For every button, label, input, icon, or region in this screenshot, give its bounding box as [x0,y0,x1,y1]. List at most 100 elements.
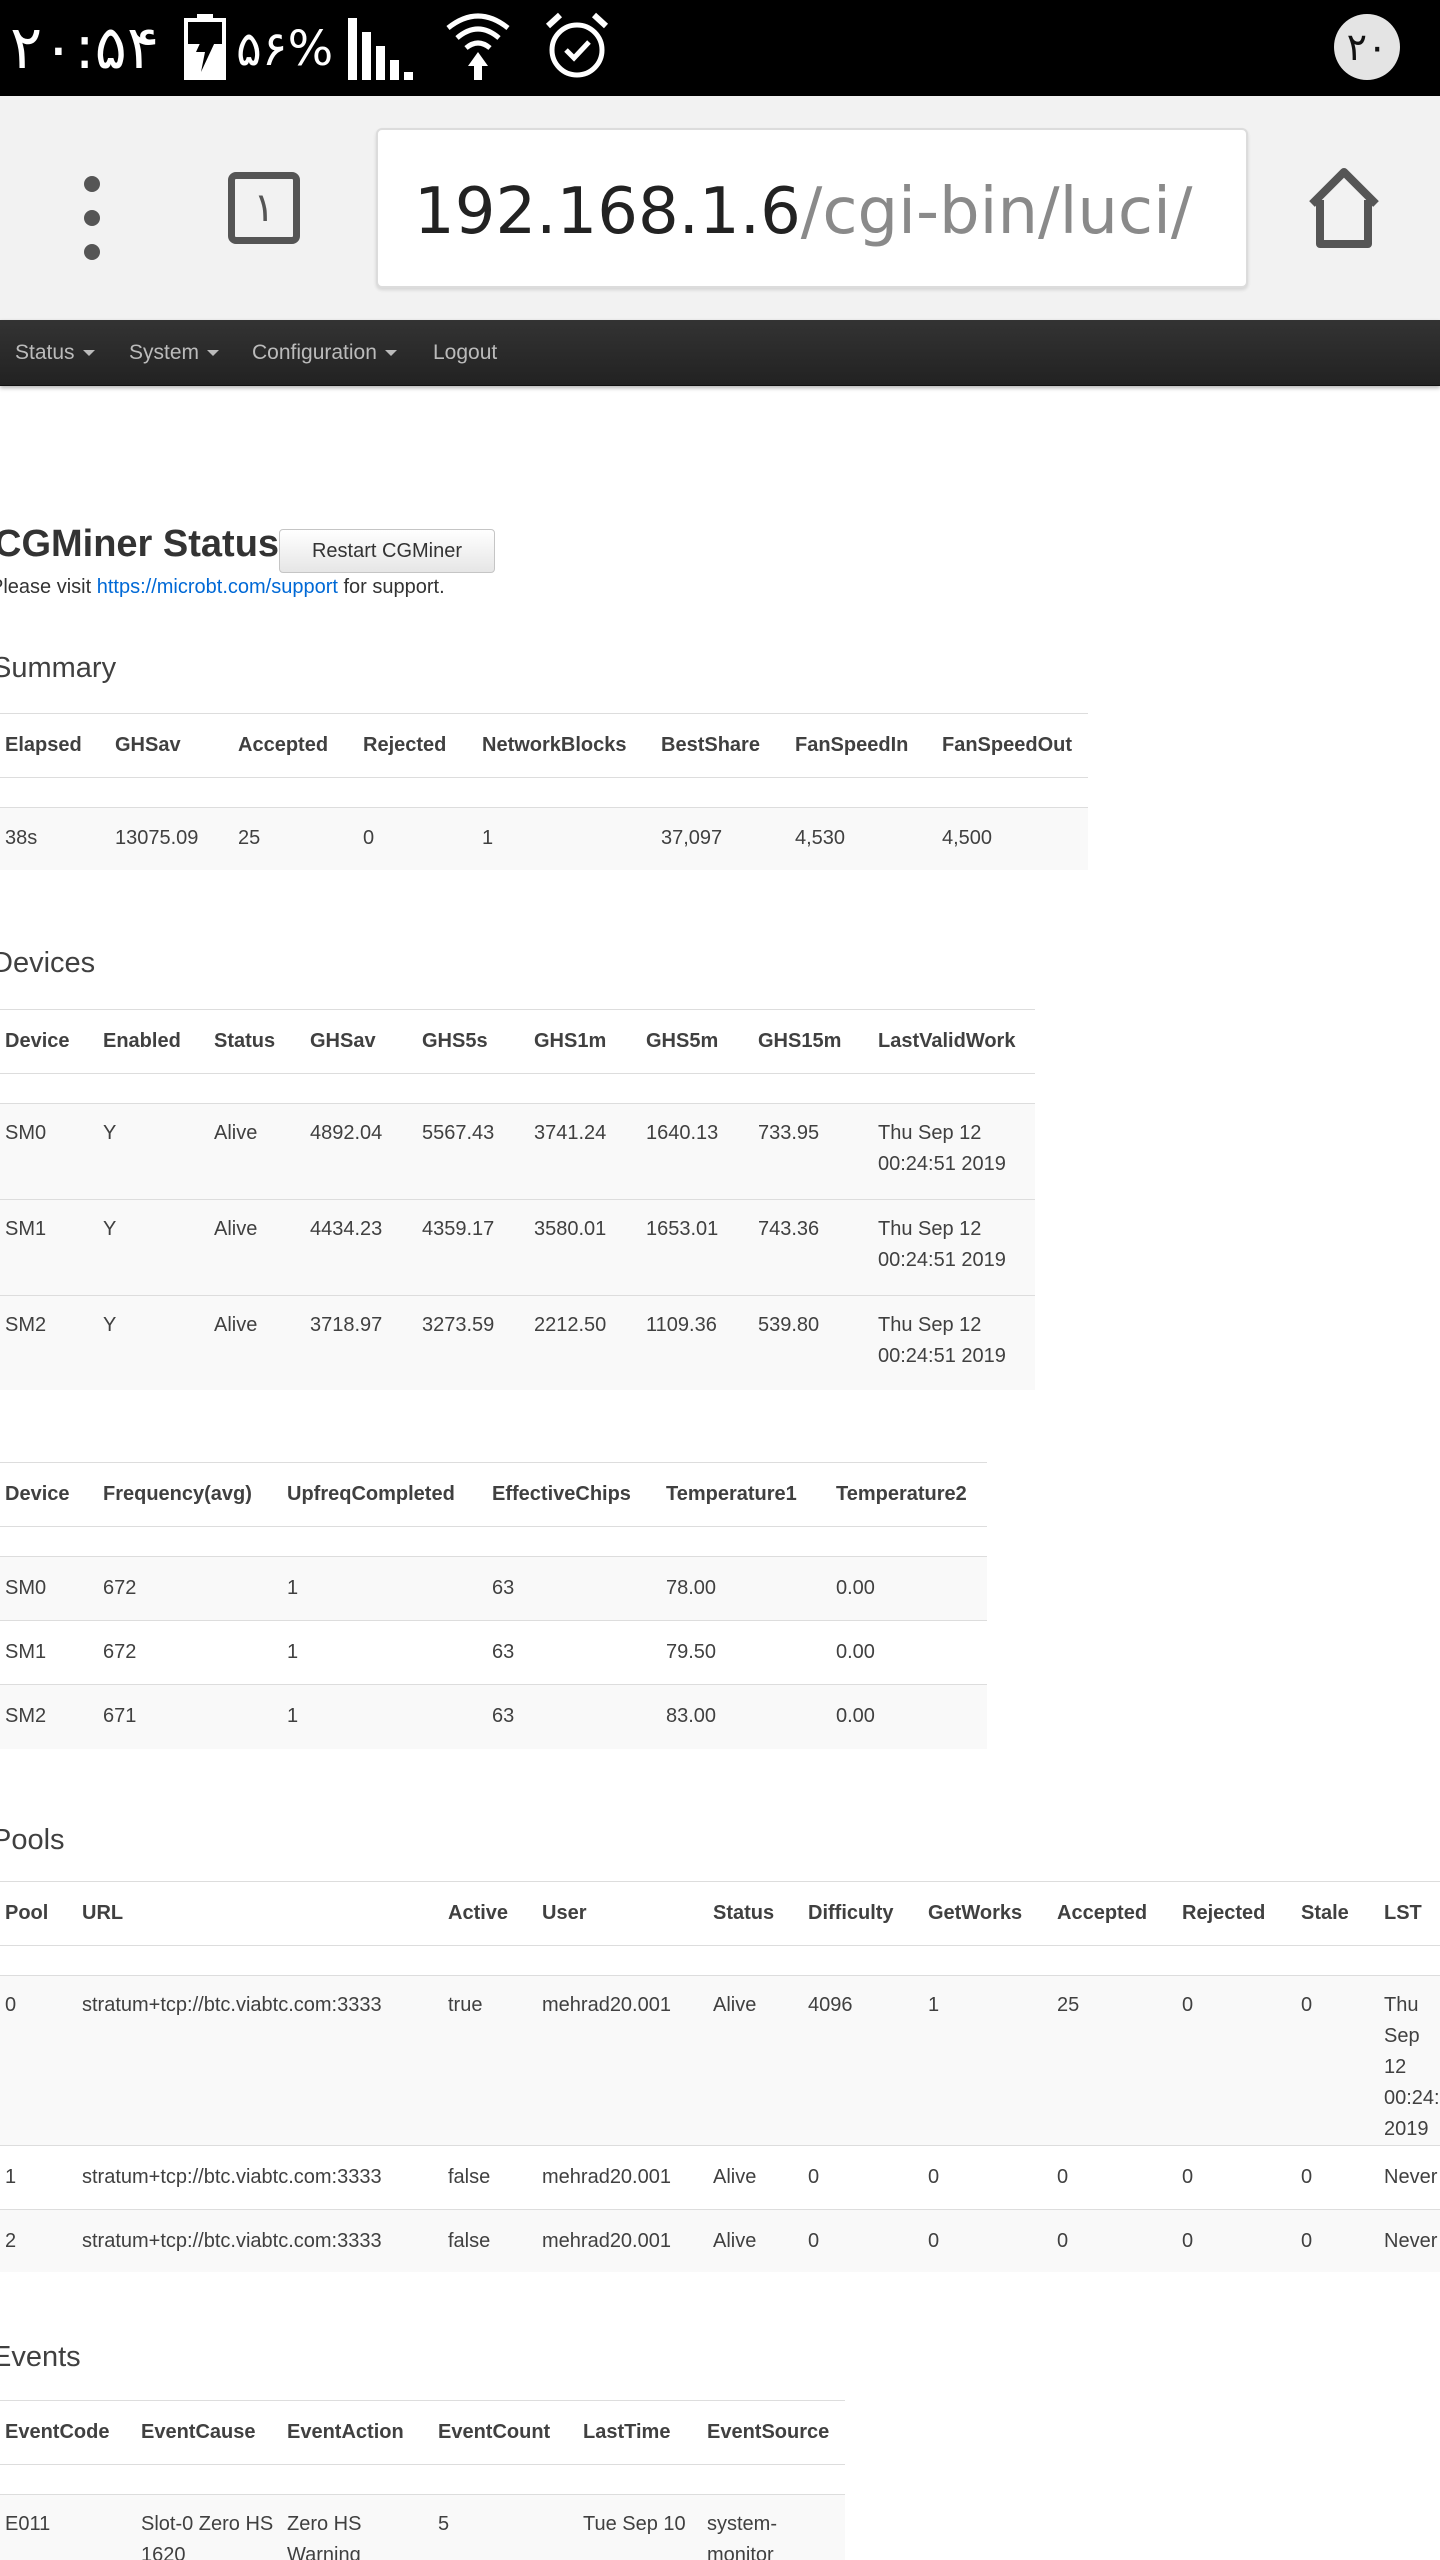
table-cell: 1640.13 [641,1103,753,1200]
table-cell: 25 [1052,1975,1177,2146]
table-cell: 0 [1177,1975,1296,2146]
table-cell: 0.00 [831,1684,987,1749]
main-nav: Status System Configuration Logout [0,320,1440,386]
nav-configuration[interactable]: Configuration [252,320,397,386]
column-header: BestShare [656,713,790,778]
table-cell: 0 [1052,2209,1177,2272]
column-header: LastValidWork [873,1009,1035,1074]
table-cell: true [443,1975,537,2146]
pools-table: Pool URL Active User Status Difficulty G… [0,1881,1440,2272]
column-header: GHS5s [417,1009,529,1074]
table-cell: 63 [487,1620,661,1685]
support-link[interactable]: https://microbt.com/support [97,576,338,598]
column-header: Rejected [1177,1881,1296,1946]
home-icon[interactable] [1306,166,1382,250]
column-header: Status [708,1881,803,1946]
table-header-row: Elapsed GHSav Accepted Rejected NetworkB… [0,713,1088,778]
table-row: 0 stratum+tcp://btc.viabtc.com:3333 true… [0,1975,1440,2146]
table-cell: 3718.97 [305,1295,417,1390]
device-details-table: Device Frequency(avg) UpfreqCompleted Ef… [0,1462,987,1749]
table-cell: 1653.01 [641,1199,753,1296]
table-cell: 733.95 [753,1103,873,1200]
table-cell: 4892.04 [305,1103,417,1200]
column-header: Device [0,1462,98,1527]
table-cell: Slot-0 Zero HS 1620 [136,2494,282,2560]
column-header: EventCause [136,2400,282,2465]
column-header: EventSource [702,2400,845,2465]
nav-logout[interactable]: Logout [433,320,497,386]
url-path: /cgi-bin/luci/ [800,175,1193,249]
cell-signal-icon [348,18,413,80]
notification-badge[interactable]: ۲۰ [1334,14,1400,80]
table-cell: stratum+tcp://btc.viabtc.com:3333 [77,2209,443,2272]
table-cell: 0 [0,1975,77,2146]
table-cell: 4096 [803,1975,923,2146]
table-cell: mehrad20.001 [537,2209,708,2272]
table-row: 1 stratum+tcp://btc.viabtc.com:3333 fals… [0,2145,1440,2210]
nav-status-label: Status [15,341,75,364]
table-cell: Alive [708,2209,803,2272]
column-header: GHS5m [641,1009,753,1074]
table-cell: false [443,2145,537,2210]
table-cell: Thu Sep 12 00:24:51 2019 [1379,1975,1440,2146]
alarm-icon [545,12,609,78]
clock: ۲۰:۵۴ [10,13,160,83]
nav-system[interactable]: System [129,320,220,386]
restart-cgminer-button[interactable]: Restart CGMiner [279,529,495,573]
tab-switcher-button[interactable]: ۱ [228,172,300,244]
table-cell: 3741.24 [529,1103,641,1200]
table-row: E011 Slot-0 Zero HS 1620 Zero HS Warning… [0,2494,845,2560]
column-header: Pool [0,1881,77,1946]
table-cell: 1 [0,2145,77,2210]
url-text[interactable]: 192.168.1.6/cgi-bin/luci/ [414,174,1192,250]
summary-table: Elapsed GHSav Accepted Rejected NetworkB… [0,713,1088,870]
column-header: Enabled [98,1009,209,1074]
table-row: SM2 Y Alive 3718.97 3273.59 2212.50 1109… [0,1295,1035,1390]
table-cell: SM1 [0,1199,98,1296]
table-cell: Never [1379,2145,1440,2210]
table-cell: 4,530 [790,807,937,870]
table-cell: Alive [209,1295,305,1390]
table-cell: Y [98,1199,209,1296]
column-header: Accepted [233,713,358,778]
table-cell: 0 [1177,2145,1296,2210]
address-bar[interactable]: 192.168.1.6/cgi-bin/luci/ [376,128,1248,288]
table-cell: 0 [923,2209,1052,2272]
caret-down-icon [82,350,95,357]
table-row: SM0 672 1 63 78.00 0.00 [0,1556,987,1621]
table-cell: Thu Sep 12 00:24:51 2019 [873,1103,1035,1200]
nav-status[interactable]: Status [15,320,95,386]
table-cell: Alive [209,1199,305,1296]
support-prefix: Please visit [0,576,97,598]
table-cell: Zero HS Warning [282,2494,433,2560]
more-options-icon[interactable] [70,176,114,260]
caret-down-icon [207,350,220,357]
nav-logout-label: Logout [433,341,498,364]
table-cell: Y [98,1295,209,1390]
table-cell: 0 [923,2145,1052,2210]
column-header: Status [209,1009,305,1074]
table-cell: 37,097 [656,807,790,870]
pools-title: Pools [0,1824,65,1856]
column-header: GetWorks [923,1881,1052,1946]
column-header: GHS15m [753,1009,873,1074]
table-header-row: Device Enabled Status GHSav GHS5s GHS1m … [0,1009,1035,1074]
column-header: Difficulty [803,1881,923,1946]
support-note: Please visit https://microbt.com/support… [0,572,445,602]
table-header-row: Device Frequency(avg) UpfreqCompleted Ef… [0,1462,987,1527]
table-header-row: EventCode EventCause EventAction EventCo… [0,2400,845,2465]
table-cell: 1 [282,1684,487,1749]
table-cell: false [443,2209,537,2272]
table-cell: stratum+tcp://btc.viabtc.com:3333 [77,1975,443,2146]
table-cell: 743.36 [753,1199,873,1296]
column-header: GHSav [305,1009,417,1074]
table-cell: Thu Sep 12 00:24:51 2019 [873,1199,1035,1296]
column-header: Frequency(avg) [98,1462,282,1527]
table-cell: SM0 [0,1556,98,1621]
table-cell: 0 [1296,2209,1379,2272]
column-header: Elapsed [0,713,110,778]
table-cell: Alive [708,1975,803,2146]
column-header: Accepted [1052,1881,1177,1946]
column-header: URL [77,1881,443,1946]
table-cell: Thu Sep 12 00:24:51 2019 [873,1295,1035,1390]
